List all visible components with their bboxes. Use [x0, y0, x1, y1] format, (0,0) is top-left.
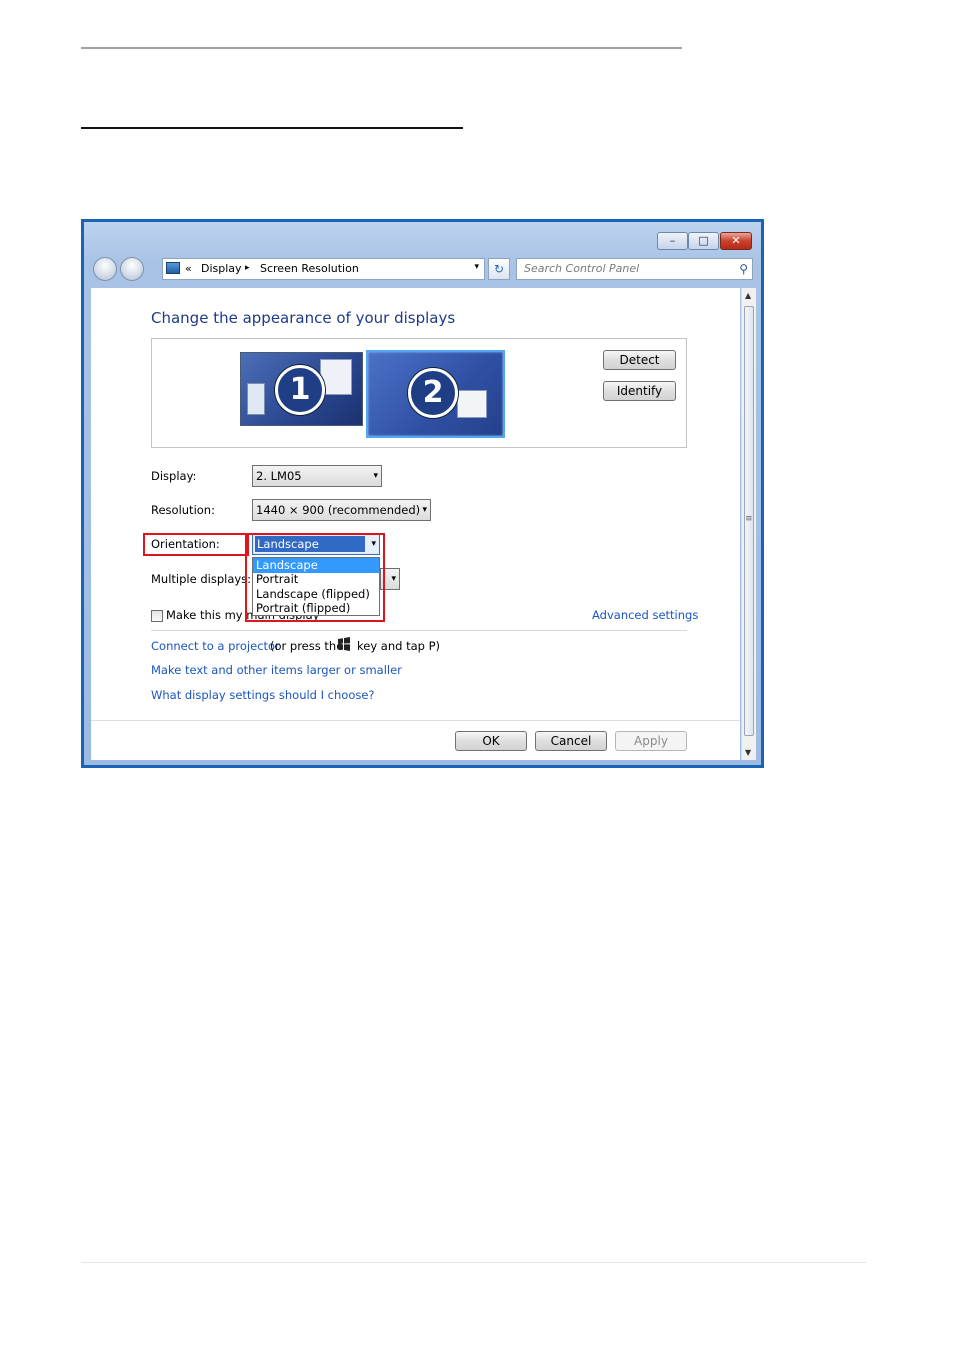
- resolution-select[interactable]: 1440 × 900 (recommended) ▾: [252, 499, 431, 521]
- content-pane: Change the appearance of your displays 1…: [91, 288, 740, 760]
- scroll-down-icon[interactable]: ▼: [745, 748, 751, 757]
- help-link[interactable]: What display settings should I choose?: [151, 688, 375, 702]
- resolution-label: Resolution:: [151, 503, 215, 517]
- scrollbar-grip-icon: ≡: [745, 514, 753, 524]
- address-dropdown-icon[interactable]: ▾: [474, 262, 479, 272]
- refresh-button[interactable]: ↻: [488, 258, 510, 280]
- projector-hint-text: (or press the: [270, 639, 344, 653]
- search-input[interactable]: Search Control Panel ⚲: [516, 258, 753, 280]
- monitor-number: 2: [408, 368, 458, 418]
- monitor-1[interactable]: 1: [240, 352, 363, 426]
- resolution-value: 1440 × 900 (recommended): [256, 503, 421, 517]
- monitor-window-icon: [247, 383, 265, 415]
- detect-button[interactable]: Detect: [603, 350, 676, 370]
- connect-projector-link[interactable]: Connect to a projector: [151, 639, 280, 653]
- minimize-button[interactable]: –: [657, 232, 688, 250]
- advanced-settings-link[interactable]: Advanced settings: [592, 608, 698, 622]
- breadcrumb-display[interactable]: Display: [201, 262, 242, 275]
- search-icon[interactable]: ⚲: [739, 259, 748, 279]
- top-rule: [81, 47, 682, 49]
- control-panel-icon: [166, 262, 180, 274]
- vertical-scrollbar[interactable]: ▲ ≡ ▼: [741, 288, 756, 760]
- footer-rule: [81, 1262, 866, 1263]
- windows-logo-icon: [337, 637, 351, 655]
- breadcrumb-screen-resolution[interactable]: Screen Resolution: [260, 262, 359, 275]
- chevron-down-icon: ▾: [373, 471, 378, 481]
- divider: [151, 630, 687, 631]
- heading-rule: [81, 127, 463, 129]
- chevron-down-icon: ▾: [422, 505, 427, 515]
- address-overflow[interactable]: «: [185, 262, 192, 275]
- highlight-box-orientation-menu: [245, 533, 385, 622]
- monitor-number: 1: [275, 365, 325, 415]
- screen-resolution-window: – □ ✕ « Display ▸ Screen Resolution ▾ ↻ …: [81, 219, 764, 768]
- monitor-2[interactable]: 2: [366, 350, 505, 438]
- identify-button[interactable]: Identify: [603, 381, 676, 401]
- display-value: 2. LM05: [256, 469, 302, 483]
- search-placeholder: Search Control Panel: [524, 262, 640, 275]
- forward-button[interactable]: [120, 257, 144, 281]
- display-select[interactable]: 2. LM05 ▾: [252, 465, 382, 487]
- address-bar[interactable]: « Display ▸ Screen Resolution ▾: [162, 258, 485, 280]
- breadcrumb-arrow-icon[interactable]: ▸: [245, 263, 250, 273]
- ok-button[interactable]: OK: [455, 731, 527, 751]
- projector-hint-text-end: key and tap P): [357, 639, 441, 653]
- page-title: Change the appearance of your displays: [151, 309, 456, 327]
- scroll-up-icon[interactable]: ▲: [745, 291, 751, 300]
- multiple-displays-label: Multiple displays:: [151, 572, 252, 586]
- button-bar-divider: [91, 720, 740, 721]
- apply-button[interactable]: Apply: [615, 731, 687, 751]
- main-display-checkbox[interactable]: [151, 610, 163, 622]
- monitor-calculator-icon: [457, 390, 487, 418]
- monitor-arrangement: 1 2 Detect Identify: [151, 338, 687, 448]
- back-button[interactable]: [93, 257, 117, 281]
- text-size-link[interactable]: Make text and other items larger or smal…: [151, 663, 402, 677]
- close-button[interactable]: ✕: [720, 232, 752, 250]
- display-label: Display:: [151, 469, 197, 483]
- maximize-button[interactable]: □: [688, 232, 719, 250]
- highlight-box-orientation-label: [143, 533, 249, 556]
- cancel-button[interactable]: Cancel: [535, 731, 607, 751]
- chevron-down-icon: ▾: [391, 574, 396, 584]
